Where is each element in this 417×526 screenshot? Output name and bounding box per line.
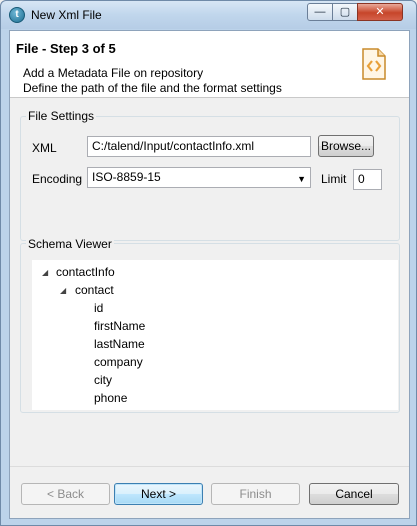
dropdown-arrow-icon[interactable]: ▼	[297, 172, 306, 187]
close-button[interactable]: ✕	[357, 3, 403, 21]
tree-node-field[interactable]: id	[94, 301, 103, 315]
step-title: File - Step 3 of 5	[16, 41, 116, 56]
tree-node-field[interactable]: firstName	[94, 319, 145, 333]
talend-app-icon: t	[9, 7, 25, 23]
encoding-select[interactable]: ISO-8859-15 ▼	[87, 167, 311, 188]
finish-button[interactable]: Finish	[211, 483, 300, 505]
minimize-button[interactable]: —	[307, 3, 333, 21]
tree-node-root[interactable]: contactInfo	[56, 265, 115, 279]
file-settings-legend: File Settings	[26, 109, 97, 123]
expanded-triangle-icon[interactable]: ◢	[42, 268, 48, 277]
encoding-value: ISO-8859-15	[92, 170, 161, 184]
limit-label: Limit	[321, 172, 347, 186]
tree-node-field[interactable]: lastName	[94, 337, 145, 351]
tree-node-field[interactable]: city	[94, 373, 112, 387]
xml-file-icon	[362, 48, 386, 80]
xml-path-input[interactable]: C:/talend/Input/contactInfo.xml	[87, 136, 311, 157]
back-button[interactable]: < Back	[21, 483, 110, 505]
maximize-button[interactable]: ▢	[332, 3, 358, 21]
expanded-triangle-icon[interactable]: ◢	[60, 286, 66, 295]
schema-viewer-legend: Schema Viewer	[26, 237, 114, 251]
limit-input[interactable]: 0	[353, 169, 382, 190]
xml-label: XML	[32, 141, 57, 155]
schema-tree[interactable]: ◢ contactInfo ◢ contact id firstName las…	[32, 260, 398, 410]
dialog-window: t New Xml File — ▢ ✕ File - Step 3 of 5 …	[0, 0, 417, 526]
next-button[interactable]: Next >	[114, 483, 203, 505]
footer-divider	[10, 466, 409, 467]
wizard-header: File - Step 3 of 5 Add a Metadata File o…	[10, 31, 409, 98]
tree-node-field[interactable]: phone	[94, 391, 127, 405]
tree-node-contact[interactable]: contact	[75, 283, 114, 297]
dialog-body: File - Step 3 of 5 Add a Metadata File o…	[9, 30, 410, 519]
title-bar[interactable]: t New Xml File — ▢ ✕	[1, 1, 416, 29]
window-title: New Xml File	[31, 8, 102, 22]
tree-node-field[interactable]: company	[94, 355, 143, 369]
encoding-label: Encoding	[32, 172, 83, 186]
cancel-button[interactable]: Cancel	[309, 483, 399, 505]
description-line-2: Define the path of the file and the form…	[23, 81, 282, 95]
browse-button[interactable]: Browse...	[318, 135, 374, 157]
description-line-1: Add a Metadata File on repository	[23, 66, 204, 80]
